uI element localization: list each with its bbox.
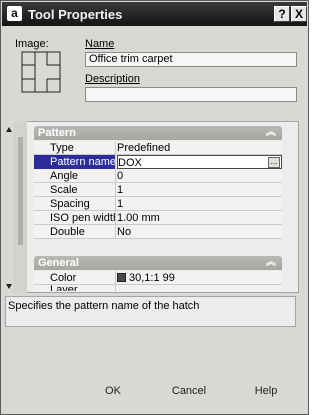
row-key: Angle — [34, 169, 116, 183]
row-scale[interactable]: Scale 1 — [34, 183, 282, 197]
general-section-header[interactable]: General ︽ — [34, 256, 282, 270]
pattern-rows: Type Predefined Pattern name DOX ... Ang… — [34, 141, 282, 239]
name-field[interactable]: Office trim carpet — [85, 52, 297, 67]
hatch-pattern-preview-icon — [21, 51, 61, 93]
title-bar[interactable]: a Tool Properties ? X — [2, 2, 307, 26]
row-value: DOX — [118, 157, 142, 169]
pattern-section-title: Pattern — [38, 127, 76, 139]
chevron-up-icon[interactable]: ︽ — [266, 256, 276, 270]
sidebar-handle[interactable] — [18, 137, 23, 245]
row-color[interactable]: Color 30,1:1 99 — [34, 271, 282, 285]
row-key: Color — [34, 271, 116, 285]
name-label: Name — [85, 38, 115, 50]
color-swatch — [117, 273, 126, 282]
row-value: 30,1:1 99 — [129, 272, 175, 284]
ellipsis-button[interactable]: ... — [268, 157, 280, 168]
property-help-text: Specifies the pattern name of the hatch — [5, 296, 296, 327]
row-value: No — [117, 226, 132, 238]
description-label: Description — [85, 73, 141, 85]
tool-properties-dialog: a Tool Properties ? X Image: Name Office… — [0, 0, 309, 415]
row-value: Predefined — [117, 142, 171, 154]
help-title-button[interactable]: ? — [274, 6, 290, 22]
row-value: 0 — [117, 170, 124, 182]
description-field[interactable] — [85, 87, 297, 102]
image-label: Image: — [15, 38, 49, 50]
row-layer[interactable]: Layer — [34, 285, 282, 291]
row-key: Layer — [34, 285, 116, 291]
app-icon: a — [7, 6, 22, 21]
row-key: ISO pen width — [34, 211, 116, 225]
pattern-section-header[interactable]: Pattern ︽ — [34, 126, 282, 140]
row-value: 1.00 mm — [117, 212, 160, 224]
row-pattern-name[interactable]: Pattern name DOX ... — [34, 155, 282, 169]
row-double[interactable]: Double No — [34, 225, 282, 239]
row-type[interactable]: Type Predefined — [34, 141, 282, 155]
row-angle[interactable]: Angle 0 — [34, 169, 282, 183]
row-spacing[interactable]: Spacing 1 — [34, 197, 282, 211]
chevron-up-icon[interactable]: ︽ — [266, 126, 276, 140]
triangle-down-icon[interactable] — [6, 284, 12, 289]
help-button[interactable]: Help — [246, 382, 286, 400]
general-rows: Color 30,1:1 99 Layer — [34, 271, 282, 291]
window-title: Tool Properties — [28, 7, 123, 22]
general-section-title: General — [38, 257, 79, 269]
ok-button[interactable]: OK — [93, 382, 133, 400]
color-value: 30,1:1 99 — [117, 271, 175, 285]
close-button[interactable]: X — [291, 6, 307, 22]
row-key: Type — [34, 141, 116, 155]
row-key: Double — [34, 225, 116, 239]
pattern-name-value[interactable]: DOX ... — [117, 155, 282, 169]
row-iso-pen-width[interactable]: ISO pen width 1.00 mm — [34, 211, 282, 225]
triangle-up-icon[interactable] — [6, 127, 12, 132]
row-key: Spacing — [34, 197, 116, 211]
row-value: 1 — [117, 198, 124, 210]
cancel-button[interactable]: Cancel — [166, 382, 212, 400]
row-key: Pattern name — [34, 155, 116, 169]
row-key: Scale — [34, 183, 116, 197]
row-value: 1 — [117, 184, 124, 196]
